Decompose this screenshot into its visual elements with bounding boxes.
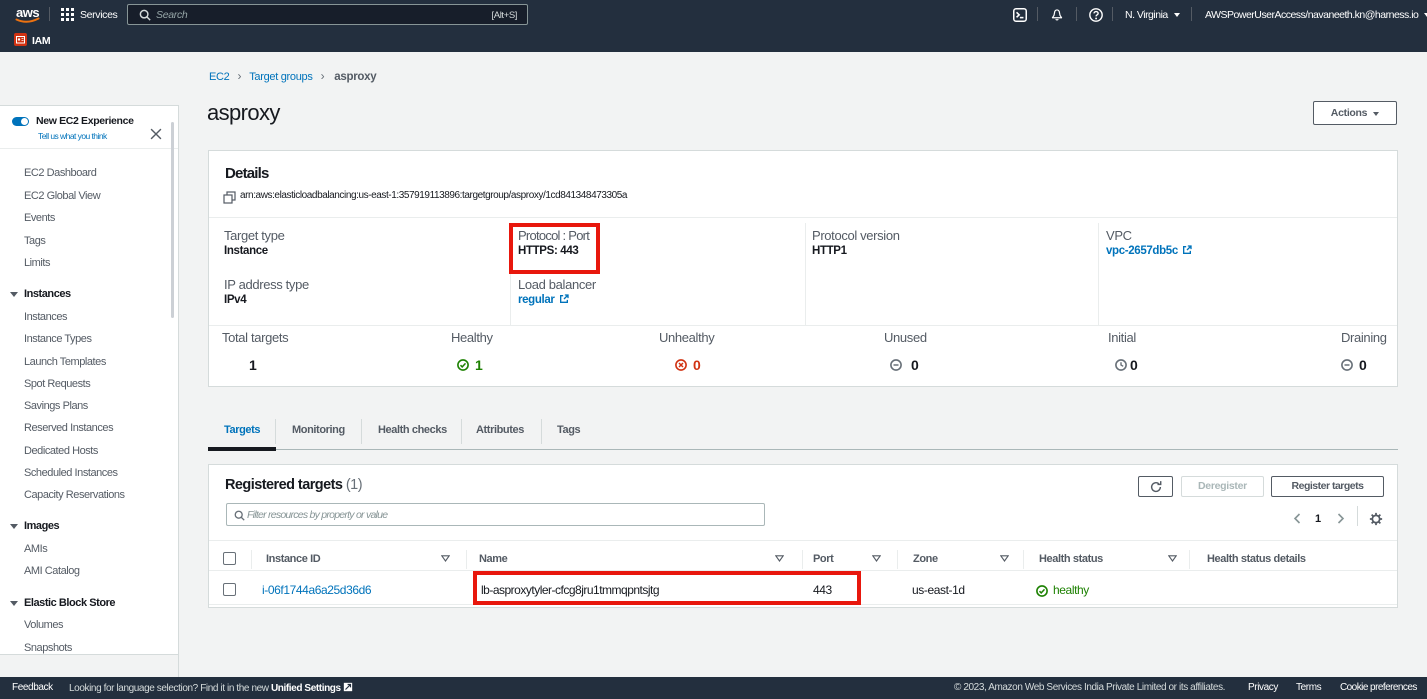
svg-text:aws: aws	[16, 5, 39, 20]
